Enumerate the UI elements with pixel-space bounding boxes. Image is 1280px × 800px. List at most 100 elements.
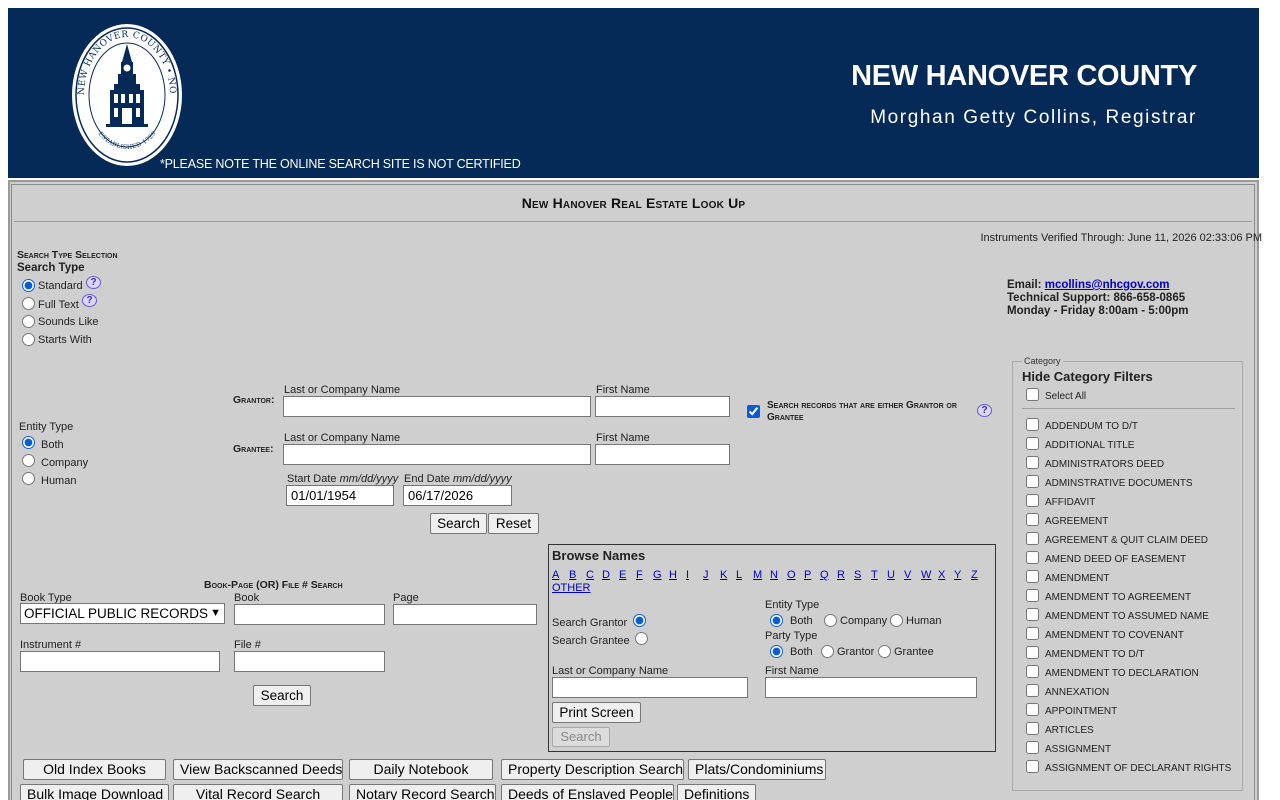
alpha-link-c[interactable]: C — [586, 569, 594, 581]
category-checkbox[interactable] — [1026, 456, 1039, 469]
old-index-books-button[interactable]: Old Index Books — [23, 759, 166, 780]
grantee-first-name-input[interactable] — [595, 444, 730, 465]
property-description-search-button[interactable]: Property Description Search — [501, 759, 684, 780]
email-link[interactable]: mcollins@nhcgov.com — [1045, 279, 1170, 291]
alpha-link-other[interactable]: OTHER — [552, 582, 591, 594]
category-checkbox[interactable] — [1026, 418, 1039, 431]
alpha-link-d[interactable]: D — [602, 569, 610, 581]
category-checkbox[interactable] — [1026, 608, 1039, 621]
alpha-link-y[interactable]: Y — [954, 569, 961, 581]
alpha-link-v[interactable]: V — [904, 569, 911, 581]
daily-notebook-button[interactable]: Daily Notebook — [349, 759, 493, 780]
browse-party-grantee-radio[interactable] — [878, 645, 891, 658]
browse-grantee-radio[interactable] — [635, 632, 648, 645]
plats-condominiums-button[interactable]: Plats/Condominiums — [688, 759, 826, 780]
either-party-help-icon[interactable]: ? — [977, 404, 992, 417]
book-search-button[interactable]: Search — [253, 685, 311, 706]
alpha-link-l[interactable]: L — [736, 569, 742, 581]
alpha-link-q[interactable]: Q — [820, 569, 829, 581]
category-checkbox[interactable] — [1026, 741, 1039, 754]
category-checkbox[interactable] — [1026, 684, 1039, 697]
alpha-link-w[interactable]: W — [921, 569, 931, 581]
page-input[interactable] — [393, 604, 537, 625]
category-checkbox[interactable] — [1026, 532, 1039, 545]
entity-both-radio[interactable] — [22, 436, 35, 449]
category-checkbox[interactable] — [1026, 551, 1039, 564]
reset-button[interactable]: Reset — [488, 513, 539, 534]
alpha-link-u[interactable]: U — [887, 569, 895, 581]
category-checkbox[interactable] — [1026, 722, 1039, 735]
view-backscanned-deeds-button[interactable]: View Backscanned Deeds — [173, 759, 343, 780]
alpha-link-r[interactable]: R — [837, 569, 845, 581]
category-checkbox[interactable] — [1026, 494, 1039, 507]
alpha-link-z[interactable]: Z — [971, 569, 978, 581]
alpha-link-n[interactable]: N — [770, 569, 778, 581]
standard-help-icon[interactable]: ? — [86, 276, 101, 289]
alpha-link-x[interactable]: X — [938, 569, 945, 581]
vital-record-search-button[interactable]: Vital Record Search — [173, 784, 343, 800]
category-checkbox[interactable] — [1026, 589, 1039, 602]
deeds-of-enslaved-people-button[interactable]: Deeds of Enslaved People — [501, 784, 674, 800]
browse-last-name-input[interactable] — [552, 677, 748, 698]
entity-human-radio[interactable] — [22, 472, 35, 485]
alpha-link-a[interactable]: A — [552, 569, 559, 581]
end-date-input[interactable] — [403, 485, 512, 506]
grantor-last-name-input[interactable] — [283, 396, 591, 417]
browse-entity-human-radio[interactable] — [890, 614, 903, 627]
grantee-last-name-input[interactable] — [283, 444, 591, 465]
alpha-link-f[interactable]: F — [636, 569, 643, 581]
category-checkbox[interactable] — [1026, 646, 1039, 659]
category-checkbox[interactable] — [1026, 570, 1039, 583]
browse-first-name-input[interactable] — [765, 677, 977, 698]
definitions-button[interactable]: Definitions — [677, 784, 756, 800]
search-type-startswith-radio[interactable] — [22, 333, 35, 346]
alpha-link-s[interactable]: S — [854, 569, 861, 581]
print-screen-button[interactable]: Print Screen — [552, 702, 641, 723]
browse-entity-both-radio[interactable] — [770, 614, 783, 627]
browse-grantor-radio[interactable] — [633, 614, 646, 627]
bulk-image-download-button[interactable]: Bulk Image Download — [20, 784, 169, 800]
alpha-link-h[interactable]: H — [669, 569, 677, 581]
search-type-fulltext-radio[interactable] — [22, 297, 35, 310]
category-checkbox[interactable] — [1026, 513, 1039, 526]
select-all-checkbox[interactable] — [1026, 388, 1039, 401]
search-type-soundslike-radio[interactable] — [22, 315, 35, 328]
browse-party-both-radio[interactable] — [770, 645, 783, 658]
search-type-standard-radio[interactable] — [22, 279, 35, 292]
either-party-checkbox[interactable] — [747, 405, 760, 418]
alpha-link-p[interactable]: P — [804, 569, 811, 581]
alpha-link-b[interactable]: B — [569, 569, 576, 581]
alpha-link-j[interactable]: J — [703, 569, 709, 581]
name-search-button[interactable]: Search — [430, 513, 487, 534]
instrument-input[interactable] — [20, 651, 220, 672]
category-checkbox[interactable] — [1026, 703, 1039, 716]
alpha-link-t[interactable]: T — [871, 569, 878, 581]
hide-category-filters-link[interactable]: Hide Category Filters — [1022, 369, 1153, 384]
fulltext-help-icon[interactable]: ? — [82, 294, 97, 307]
alpha-link-m[interactable]: M — [753, 569, 762, 581]
category-checkbox[interactable] — [1026, 665, 1039, 678]
browse-party-grantor-label: Grantor — [837, 646, 875, 658]
alpha-link-e[interactable]: E — [619, 569, 626, 581]
category-item-label: AMENDMENT — [1045, 573, 1110, 584]
notary-record-search-button[interactable]: Notary Record Search — [349, 784, 496, 800]
category-checkbox[interactable] — [1026, 627, 1039, 640]
alpha-link-k[interactable]: K — [720, 569, 727, 581]
grantor-first-name-input[interactable] — [595, 396, 730, 417]
alpha-link-g[interactable]: G — [653, 569, 662, 581]
category-checkbox[interactable] — [1026, 760, 1039, 773]
browse-entity-company-radio[interactable] — [824, 614, 837, 627]
book-input[interactable] — [234, 604, 385, 625]
category-checkbox[interactable] — [1026, 437, 1039, 450]
alpha-link-o[interactable]: O — [787, 569, 796, 581]
select-all-label: Select All — [1045, 391, 1087, 402]
browse-first-label: First Name — [765, 665, 819, 677]
start-date-input[interactable] — [286, 485, 394, 506]
category-checkbox[interactable] — [1026, 475, 1039, 488]
book-type-select[interactable]: OFFICIAL PUBLIC RECORDS ▼ — [20, 603, 225, 624]
alpha-link-i[interactable]: I — [686, 569, 689, 581]
browse-search-button[interactable]: Search — [552, 727, 610, 747]
file-input[interactable] — [234, 651, 385, 672]
browse-party-grantor-radio[interactable] — [821, 645, 834, 658]
entity-company-radio[interactable] — [22, 454, 35, 467]
